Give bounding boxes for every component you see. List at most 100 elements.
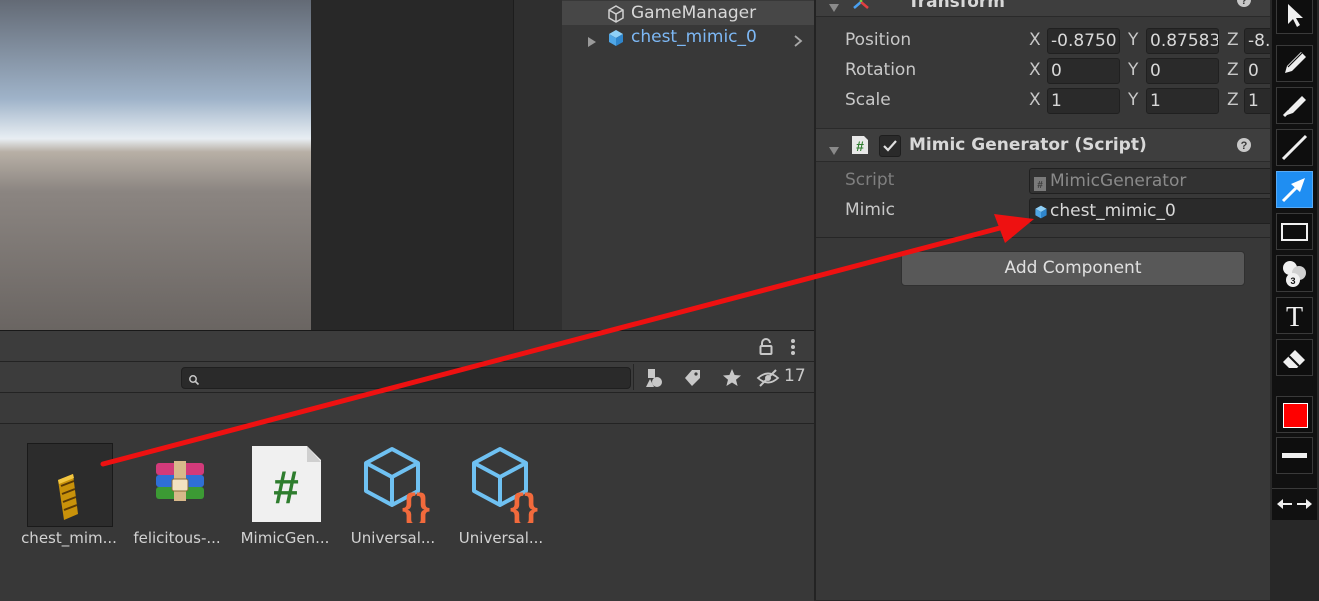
mimic-generator-header[interactable]: # Mimic Generator (Script) ? xyxy=(816,128,1272,162)
asset-felicitous-archive[interactable]: felicitous-... xyxy=(128,443,226,563)
add-component-button[interactable]: Add Component xyxy=(901,251,1245,286)
asset-label: felicitous-... xyxy=(133,529,221,547)
axis-x-label: X xyxy=(1029,30,1041,50)
search-icon xyxy=(188,371,200,386)
axis-y-label: Y xyxy=(1128,30,1139,50)
paint-toolbar: 3 T xyxy=(1270,0,1319,600)
rotation-y-field[interactable]: 0 xyxy=(1146,58,1219,84)
eraser-tool[interactable] xyxy=(1276,339,1313,376)
filter-by-label-button[interactable] xyxy=(676,366,708,390)
scale-label: Scale xyxy=(845,90,891,110)
position-label: Position xyxy=(845,30,912,50)
svg-text:#: # xyxy=(856,138,864,154)
transform-icon xyxy=(850,0,872,10)
svg-text:{}: {} xyxy=(510,486,538,523)
svg-text:3: 3 xyxy=(1290,276,1295,286)
scene-view[interactable] xyxy=(0,0,311,330)
position-y-field[interactable]: 0.87583 xyxy=(1146,28,1219,54)
asmdef-icon: {} xyxy=(466,443,542,527)
axis-z-label: Z xyxy=(1227,60,1239,80)
gameobject-icon xyxy=(606,4,626,24)
search-input[interactable] xyxy=(181,367,631,389)
favorites-star-button[interactable] xyxy=(716,366,748,390)
asset-universal-1[interactable]: {} Universal... xyxy=(344,443,442,563)
svg-text:#: # xyxy=(1037,180,1043,191)
asset-mimic-generator-script[interactable]: # MimicGen... xyxy=(236,443,334,563)
chevron-right-icon[interactable] xyxy=(792,31,804,47)
number-stamp-tool[interactable]: 3 xyxy=(1276,255,1313,292)
asset-chest-mimic[interactable]: chest_mim... xyxy=(20,443,118,563)
scale-x-field[interactable]: 1 xyxy=(1047,88,1120,114)
axis-y-label: Y xyxy=(1128,90,1139,110)
asset-label: MimicGen... xyxy=(240,529,330,547)
highlighter-tool[interactable] xyxy=(1276,87,1313,124)
rotation-x-field[interactable]: 0 xyxy=(1047,58,1120,84)
axis-z-label: Z xyxy=(1227,30,1239,50)
text-tool[interactable]: T xyxy=(1276,297,1313,334)
svg-text:?: ? xyxy=(1241,140,1248,152)
cursor-tool[interactable] xyxy=(1276,0,1313,34)
mimic-object-field[interactable]: chest_mimic_0 xyxy=(1029,198,1291,224)
asset-label: chest_mim... xyxy=(21,529,117,547)
component-divider xyxy=(816,237,1272,238)
hierarchy-item-label: chest_mimic_0 xyxy=(631,27,757,47)
help-icon[interactable]: ? xyxy=(1236,0,1252,8)
pencil-tool[interactable] xyxy=(1276,45,1313,82)
svg-text:#: # xyxy=(273,461,299,513)
axis-z-label: Z xyxy=(1227,90,1239,110)
script-hash-icon: # xyxy=(1034,174,1046,191)
help-icon[interactable]: ? xyxy=(1236,137,1252,153)
scene-view-area xyxy=(311,0,513,330)
project-toolbar: 17 xyxy=(0,362,814,393)
hierarchy-panel: GameManager chest_mimic_0 xyxy=(513,0,815,330)
stroke-width-picker[interactable] xyxy=(1276,437,1313,474)
hidden-count: 17 xyxy=(784,366,806,386)
more-options-icon[interactable] xyxy=(787,338,799,356)
winrar-archive-icon xyxy=(142,443,218,523)
transform-title: Transform xyxy=(908,0,1005,12)
hierarchy-item-chest-mimic[interactable]: chest_mimic_0 xyxy=(562,25,815,49)
position-x-field[interactable]: -0.8750 xyxy=(1047,28,1120,54)
axis-y-label: Y xyxy=(1128,60,1139,80)
expand-arrow-icon[interactable] xyxy=(586,31,598,47)
prefab-cube-icon xyxy=(1033,203,1049,219)
lock-icon[interactable] xyxy=(758,338,774,356)
project-panel: 17 chest_mim... felicitous-... # MimicGe… xyxy=(0,330,814,601)
hierarchy-item-gamemanager[interactable]: GameManager xyxy=(562,1,815,25)
asset-label: Universal... xyxy=(458,529,544,547)
hierarchy-item-label: GameManager xyxy=(631,3,757,23)
axis-x-label: X xyxy=(1029,90,1041,110)
filter-by-type-button[interactable] xyxy=(638,366,670,390)
arrow-pen-tool[interactable] xyxy=(1276,171,1313,208)
asmdef-icon: {} xyxy=(358,443,434,527)
hierarchy-indent xyxy=(514,0,562,330)
csharp-script-icon: # xyxy=(250,443,326,523)
script-value: MimicGenerator xyxy=(1050,171,1187,191)
mimic-value: chest_mimic_0 xyxy=(1050,201,1176,221)
transform-header[interactable]: Transform ? xyxy=(816,0,1272,17)
prefab-cube-icon xyxy=(606,28,626,48)
paint-tool-column: 3 T xyxy=(1272,0,1317,520)
svg-text:?: ? xyxy=(1241,0,1248,7)
sprite-chest-icon xyxy=(27,443,113,527)
hidden-packages-eye-icon[interactable] xyxy=(756,366,780,390)
project-tab-bar xyxy=(0,331,814,362)
color-swatch xyxy=(1283,403,1308,428)
foldout-arrow-icon[interactable] xyxy=(828,0,840,12)
toolbar-move-handle[interactable] xyxy=(1272,488,1317,519)
rectangle-tool[interactable] xyxy=(1276,213,1313,250)
asset-universal-2[interactable]: {} Universal... xyxy=(452,443,550,563)
project-breadcrumb-bar xyxy=(0,393,814,424)
toolbar-divider xyxy=(633,364,634,390)
line-tool[interactable] xyxy=(1276,129,1313,166)
foldout-arrow-icon[interactable] xyxy=(828,141,840,155)
mimic-generator-title: Mimic Generator (Script) xyxy=(909,135,1147,155)
script-label: Script xyxy=(845,170,895,190)
axis-x-label: X xyxy=(1029,60,1041,80)
inspector-panel: Transform ? Position X -0.8750 Y 0.87583… xyxy=(814,0,1291,600)
component-enabled-checkbox[interactable] xyxy=(879,135,901,157)
asset-label: Universal... xyxy=(350,529,436,547)
color-picker[interactable] xyxy=(1276,396,1313,433)
scale-y-field[interactable]: 1 xyxy=(1146,88,1219,114)
rotation-label: Rotation xyxy=(845,60,917,80)
